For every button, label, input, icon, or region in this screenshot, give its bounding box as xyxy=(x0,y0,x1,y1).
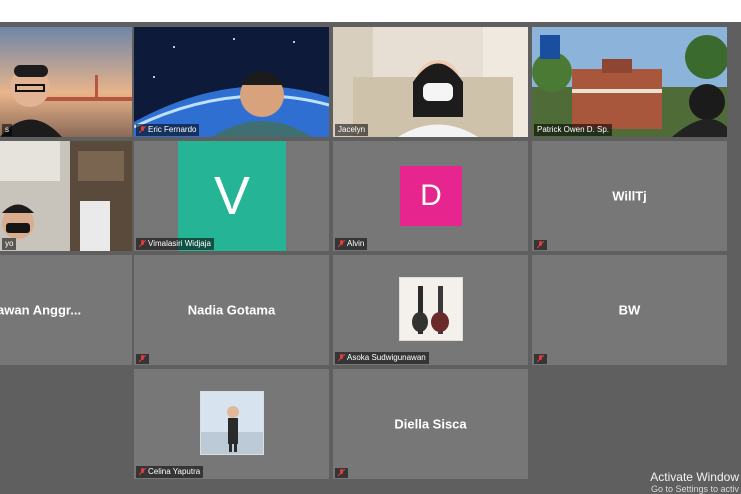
participant-caption xyxy=(136,354,149,364)
video-tile-patrick[interactable]: Patrick Owen D. Sp. xyxy=(532,27,727,137)
mic-muted-icon xyxy=(139,240,146,248)
participant-caption: Alvin xyxy=(335,238,368,250)
participant-name: Asoka Sudwigunawan xyxy=(347,353,426,362)
mic-muted-icon xyxy=(139,468,146,476)
participant-name: s xyxy=(5,125,9,134)
participant-caption xyxy=(534,240,547,250)
participant-caption: Celina Yaputra xyxy=(136,466,204,478)
participant-caption: Eric Fernardo xyxy=(136,124,200,136)
participant-caption: s xyxy=(2,124,12,136)
tile-asoka[interactable]: Asoka Sudwigunawan xyxy=(333,255,528,365)
participant-name: Eric Fernardo xyxy=(148,125,197,134)
tile-bw[interactable]: BW xyxy=(532,255,727,365)
participant-name: yo xyxy=(5,239,14,248)
tile-alvin[interactable]: D Alvin xyxy=(333,141,528,251)
participant-caption: Vimalasiri Widjaja xyxy=(136,238,214,250)
tile-nadia[interactable]: Nadia Gotama xyxy=(134,255,329,365)
participant-name: Celina Yaputra xyxy=(148,467,201,476)
participant-name-center: BW xyxy=(618,302,641,318)
tile-diella[interactable]: Diella Sisca xyxy=(333,369,528,479)
mic-muted-icon xyxy=(537,355,544,363)
tile-celina[interactable]: Celina Yaputra xyxy=(134,369,329,479)
video-tile-jacelyn[interactable]: Jacelyn xyxy=(333,27,528,137)
activate-windows-subtext: Go to Settings to activ xyxy=(650,484,739,494)
participant-caption xyxy=(534,354,547,364)
mic-muted-icon xyxy=(338,354,345,362)
mic-muted-icon xyxy=(139,126,146,134)
video-feed-eric xyxy=(134,27,329,137)
participant-name-center: Nadia Gotama xyxy=(187,302,276,318)
tile-willtj[interactable]: WillTj xyxy=(532,141,727,251)
mic-muted-icon xyxy=(537,241,544,249)
video-feed-1 xyxy=(0,27,132,137)
avatar-letter: V xyxy=(213,166,251,226)
participant-name-center: WillTj xyxy=(612,188,647,204)
participant-name: Alvin xyxy=(347,239,365,248)
participant-caption xyxy=(335,468,348,478)
mic-muted-icon xyxy=(139,355,146,363)
participant-caption: Asoka Sudwigunawan xyxy=(335,352,429,364)
video-tile-eric[interactable]: Eric Fernardo xyxy=(134,27,329,137)
tile-vimalasiri[interactable]: V Vimalasiri Widjaja xyxy=(134,141,329,251)
participant-caption: yo xyxy=(2,238,17,250)
participant-caption: Patrick Owen D. Sp. xyxy=(534,124,613,136)
avatar-initial-vimalasiri: V xyxy=(178,141,286,251)
participant-name: Patrick Owen D. Sp. xyxy=(537,125,610,134)
participant-caption: Jacelyn xyxy=(335,124,369,136)
mic-muted-icon xyxy=(338,469,345,477)
video-feed-2 xyxy=(0,141,132,251)
avatar-initial-alvin: D xyxy=(400,166,462,226)
participant-name-center: rawan Anggr... xyxy=(0,302,82,318)
profile-picture-celina xyxy=(200,391,264,455)
profile-picture-asoka xyxy=(399,277,463,341)
video-feed-patrick xyxy=(532,27,727,137)
video-feed-jacelyn xyxy=(333,27,528,137)
participant-name-center: Diella Sisca xyxy=(394,416,467,432)
participant-name: Jacelyn xyxy=(338,125,366,134)
window-top-bar xyxy=(0,0,741,22)
participant-name: Vimalasiri Widjaja xyxy=(148,239,211,248)
avatar-letter: D xyxy=(420,179,442,212)
video-tile-participant-2[interactable]: yo xyxy=(0,141,132,251)
mic-muted-icon xyxy=(338,240,345,248)
activate-windows-watermark: Activate Window xyxy=(650,470,739,484)
video-tile-participant-1[interactable]: s xyxy=(0,27,132,137)
tile-anggr[interactable]: rawan Anggr... xyxy=(0,255,132,365)
